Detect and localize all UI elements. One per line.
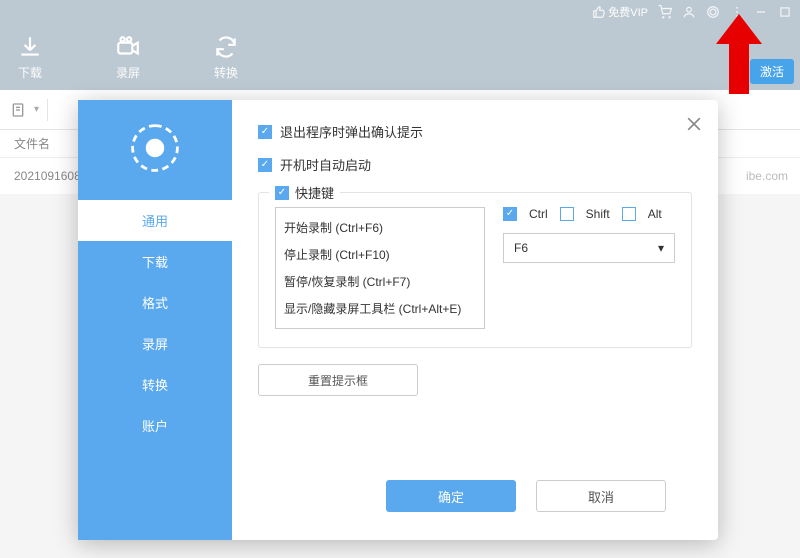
hotkey-item[interactable]: 停止录制 (Ctrl+F10) xyxy=(284,241,476,268)
legend-label: 快捷键 xyxy=(295,183,334,202)
close-icon[interactable] xyxy=(684,114,704,134)
annotation-arrow xyxy=(716,14,762,94)
row-id: 2021091608 xyxy=(14,169,81,183)
hotkeys-legend: ✓ 快捷键 xyxy=(269,183,340,202)
hotkey-item[interactable]: 显示/隐藏录屏工具栏 (Ctrl+Alt+E) xyxy=(284,295,476,322)
cancel-button[interactable]: 取消 xyxy=(536,480,666,512)
titlebar: 免费VIP xyxy=(0,0,800,24)
mod-shift-label: Shift xyxy=(586,207,610,221)
mod-alt-label: Alt xyxy=(648,207,662,221)
document-icon[interactable] xyxy=(10,102,26,118)
divider xyxy=(47,99,48,121)
settings-panel: ✓ 退出程序时弹出确认提示 ✓ 开机时自动启动 ✓ 快捷键 开始录制 (Ctrl… xyxy=(232,100,718,540)
tab-record[interactable]: 录屏 xyxy=(104,34,152,81)
gear-icon xyxy=(127,120,183,176)
ok-button[interactable]: 确定 xyxy=(386,480,516,512)
tab-label: 录屏 xyxy=(116,64,140,81)
convert-icon xyxy=(213,34,239,60)
download-icon xyxy=(17,34,43,60)
checkbox-shift[interactable] xyxy=(560,207,574,221)
maximize-icon[interactable] xyxy=(778,5,792,19)
sidebar-item-convert[interactable]: 转换 xyxy=(78,364,232,405)
key-select-value: F6 xyxy=(514,241,528,255)
settings-dialog: 通用 下载 格式 录屏 转换 账户 ✓ 退出程序时弹出确认提示 ✓ 开机时自动启… xyxy=(78,100,718,540)
reset-prompts-button[interactable]: 重置提示框 xyxy=(258,364,418,396)
modifier-row: ✓ Ctrl Shift Alt xyxy=(503,207,675,221)
tab-label: 下载 xyxy=(18,64,42,81)
hotkey-list[interactable]: 开始录制 (Ctrl+F6) 停止录制 (Ctrl+F10) 暂停/恢复录制 (… xyxy=(275,207,485,329)
camera-icon xyxy=(115,34,141,60)
column-filename: 文件名 xyxy=(14,135,50,152)
sidebar-item-download[interactable]: 下载 xyxy=(78,241,232,282)
settings-sidebar: 通用 下载 格式 录屏 转换 账户 xyxy=(78,100,232,540)
thumbs-up-icon xyxy=(592,5,606,19)
hotkey-item[interactable]: 暂停/恢复录制 (Ctrl+F7) xyxy=(284,268,476,295)
chevron-down-icon[interactable]: ▾ xyxy=(34,104,39,115)
checkbox-icon: ✓ xyxy=(258,158,272,172)
cart-icon[interactable] xyxy=(658,5,672,19)
user-icon[interactable] xyxy=(682,5,696,19)
sidebar-item-account[interactable]: 账户 xyxy=(78,405,232,446)
checkbox-icon: ✓ xyxy=(258,125,272,139)
tab-label: 转换 xyxy=(214,64,238,81)
row-url: ibe.com xyxy=(746,169,788,183)
sidebar-item-record[interactable]: 录屏 xyxy=(78,323,232,364)
main-toolbar: 下载 录屏 转换 激活 xyxy=(0,24,800,90)
checkbox-icon[interactable]: ✓ xyxy=(275,186,289,200)
option-confirm-exit[interactable]: ✓ 退出程序时弹出确认提示 xyxy=(258,122,692,141)
vip-label: 免费VIP xyxy=(608,4,648,20)
option-label: 退出程序时弹出确认提示 xyxy=(280,122,423,141)
option-autostart[interactable]: ✓ 开机时自动启动 xyxy=(258,155,692,174)
chevron-down-icon: ▾ xyxy=(658,241,664,255)
sidebar-item-general[interactable]: 通用 xyxy=(78,200,232,241)
tab-convert[interactable]: 转换 xyxy=(202,34,250,81)
checkbox-alt[interactable] xyxy=(622,207,636,221)
vip-button[interactable]: 免费VIP xyxy=(592,4,648,20)
tab-download[interactable]: 下载 xyxy=(6,34,54,81)
hotkey-item[interactable]: 开始录制 (Ctrl+F6) xyxy=(284,214,476,241)
checkbox-ctrl[interactable]: ✓ xyxy=(503,207,517,221)
mod-ctrl-label: Ctrl xyxy=(529,207,548,221)
sidebar-item-format[interactable]: 格式 xyxy=(78,282,232,323)
titlebar-controls: 免费VIP xyxy=(592,4,792,20)
key-select[interactable]: F6 ▾ xyxy=(503,233,675,263)
option-label: 开机时自动启动 xyxy=(280,155,371,174)
hotkeys-fieldset: ✓ 快捷键 开始录制 (Ctrl+F6) 停止录制 (Ctrl+F10) 暂停/… xyxy=(258,192,692,348)
dialog-footer: 确定 取消 xyxy=(258,466,692,526)
